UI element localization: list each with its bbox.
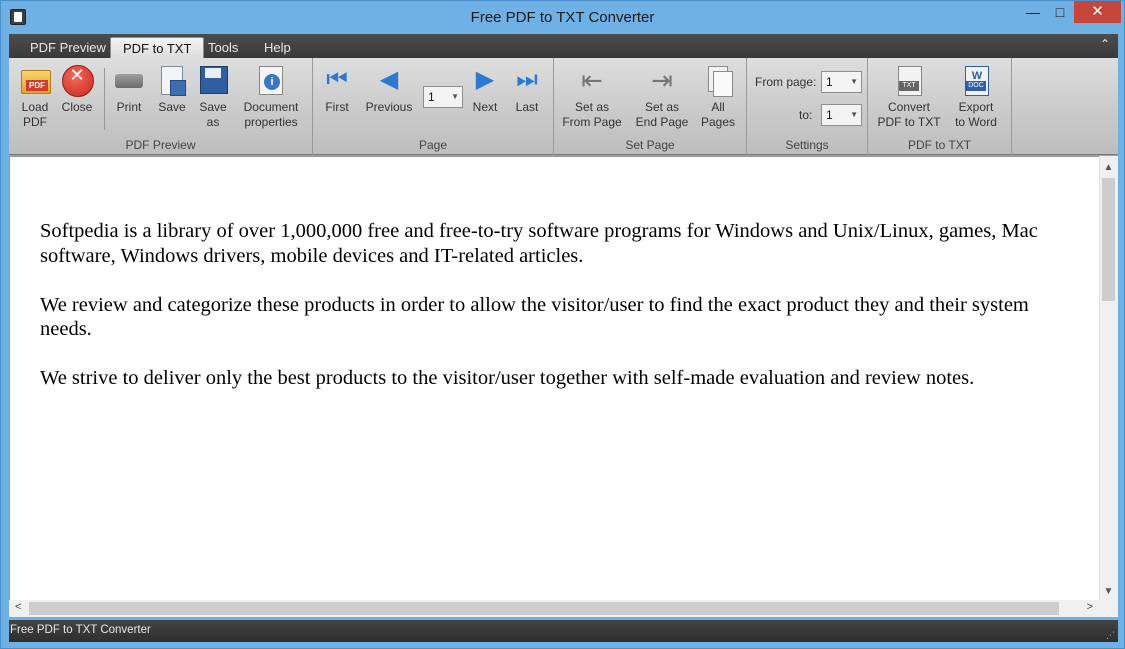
from-page-select[interactable]: 1 ▼	[821, 71, 862, 93]
chevron-down-icon: ▼	[850, 77, 858, 86]
print-button[interactable]: Print	[111, 64, 147, 115]
horizontal-scroll-thumb[interactable]	[29, 602, 1059, 615]
maximize-button[interactable]: □	[1047, 1, 1073, 23]
ribbon: Load PDF Close Print Save Save as Docu	[9, 58, 1118, 155]
tab-help[interactable]: Help	[252, 37, 303, 58]
status-bar: Free PDF to TXT Converter ⋰	[9, 620, 1118, 642]
document-paragraph: We review and categorize these products …	[40, 293, 1029, 341]
chevron-down-icon: ▼	[850, 110, 858, 119]
group-pdf-to-txt: Convert PDF to TXT Export to Word PDF to…	[868, 58, 1012, 155]
last-page-icon: ⏭	[516, 66, 538, 93]
first-page-button[interactable]: ⏮ First	[321, 64, 353, 115]
resize-grip-icon[interactable]: ⋰	[1106, 630, 1116, 640]
chevron-down-icon: ▼	[451, 92, 459, 101]
export-to-word-button[interactable]: Export to Word	[950, 64, 1002, 130]
separator	[104, 68, 105, 130]
first-page-icon: ⏮	[326, 66, 348, 93]
scroll-left-icon[interactable]: <	[15, 601, 21, 613]
group-label-page: Page	[418, 138, 448, 152]
tab-pdf-to-txt[interactable]: PDF to TXT	[110, 37, 205, 58]
scroll-down-icon[interactable]: ▼	[1100, 586, 1117, 597]
document-view[interactable]: Softpedia is a library of over 1,000,000…	[9, 156, 1118, 601]
document-properties-button[interactable]: Document properties	[239, 64, 303, 130]
printer-icon	[113, 64, 145, 96]
folder-pdf-icon	[19, 64, 51, 96]
ribbon-tab-bar: PDF Preview PDF to TXT Tools Help ⌃	[9, 34, 1118, 58]
previous-page-icon: ◀	[379, 66, 399, 93]
last-page-button[interactable]: ⏭ Last	[511, 64, 543, 115]
close-pdf-button[interactable]: Close	[59, 64, 95, 115]
collapse-ribbon-button[interactable]: ⌃	[1100, 37, 1110, 51]
group-set-page: Set as From Page Set as End Page All Pag…	[554, 58, 747, 155]
tab-pdf-preview[interactable]: PDF Preview	[18, 37, 118, 58]
set-from-page-button[interactable]: Set as From Page	[560, 64, 624, 130]
set-end-page-button[interactable]: Set as End Page	[632, 64, 692, 130]
document-info-icon	[255, 64, 287, 96]
group-page: ⏮ First ◀ Previous 1 ▼ ▶ Next ⏭ Last Pag…	[313, 58, 554, 155]
group-label-pdf-to-txt: PDF to TXT	[907, 138, 972, 152]
group-label-pdf-preview: PDF Preview	[125, 138, 196, 152]
group-pdf-preview: Load PDF Close Print Save Save as Docu	[9, 58, 313, 155]
page-number-select[interactable]: 1 ▼	[423, 86, 463, 108]
title-bar: Free PDF to TXT Converter — □ ✕	[1, 1, 1124, 34]
vertical-scrollbar[interactable]: ▲ ▼	[1099, 156, 1118, 601]
document-text: Softpedia is a library of over 1,000,000…	[40, 219, 1080, 415]
document-paragraph: We strive to deliver only the best produ…	[40, 367, 975, 389]
save-button[interactable]: Save	[154, 64, 190, 115]
word-doc-icon	[960, 64, 992, 96]
group-label-set-page: Set Page	[625, 138, 675, 152]
close-icon	[61, 64, 94, 97]
minimize-button[interactable]: —	[1020, 1, 1046, 23]
group-settings: From page: 1 ▼ to: 1 ▼ Settings	[747, 58, 868, 155]
tab-tools[interactable]: Tools	[196, 37, 250, 58]
app-window: Free PDF to TXT Converter — □ ✕ PDF Prev…	[0, 0, 1125, 649]
pages-stack-icon	[702, 64, 734, 97]
horizontal-scrollbar[interactable]: < >	[9, 600, 1099, 617]
save-as-button[interactable]: Save as	[195, 64, 231, 130]
to-page-label: to:	[799, 108, 813, 122]
set-from-page-icon	[576, 64, 608, 96]
txt-file-icon	[893, 64, 925, 96]
next-page-button[interactable]: ▶ Next	[469, 64, 501, 115]
previous-page-button[interactable]: ◀ Previous	[363, 64, 415, 115]
scroll-right-icon[interactable]: >	[1087, 601, 1093, 613]
vertical-scroll-thumb[interactable]	[1102, 178, 1115, 301]
next-page-icon: ▶	[475, 66, 495, 93]
from-page-label: From page:	[755, 75, 817, 89]
all-pages-button[interactable]: All Pages	[700, 64, 736, 130]
load-pdf-button[interactable]: Load PDF	[17, 64, 53, 130]
group-label-settings: Settings	[785, 138, 829, 152]
window-title: Free PDF to TXT Converter	[470, 9, 655, 26]
save-document-icon	[156, 64, 188, 96]
close-window-button[interactable]: ✕	[1074, 1, 1121, 23]
status-text: Free PDF to TXT Converter	[10, 624, 151, 636]
floppy-disk-icon	[197, 64, 229, 96]
set-end-page-icon	[646, 64, 678, 96]
scrollbar-corner	[1099, 600, 1118, 617]
document-paragraph: Softpedia is a library of over 1,000,000…	[40, 220, 1038, 267]
scroll-up-icon[interactable]: ▲	[1100, 162, 1117, 173]
convert-pdf-to-txt-button[interactable]: Convert PDF to TXT	[874, 64, 944, 130]
to-page-select[interactable]: 1 ▼	[821, 104, 862, 126]
